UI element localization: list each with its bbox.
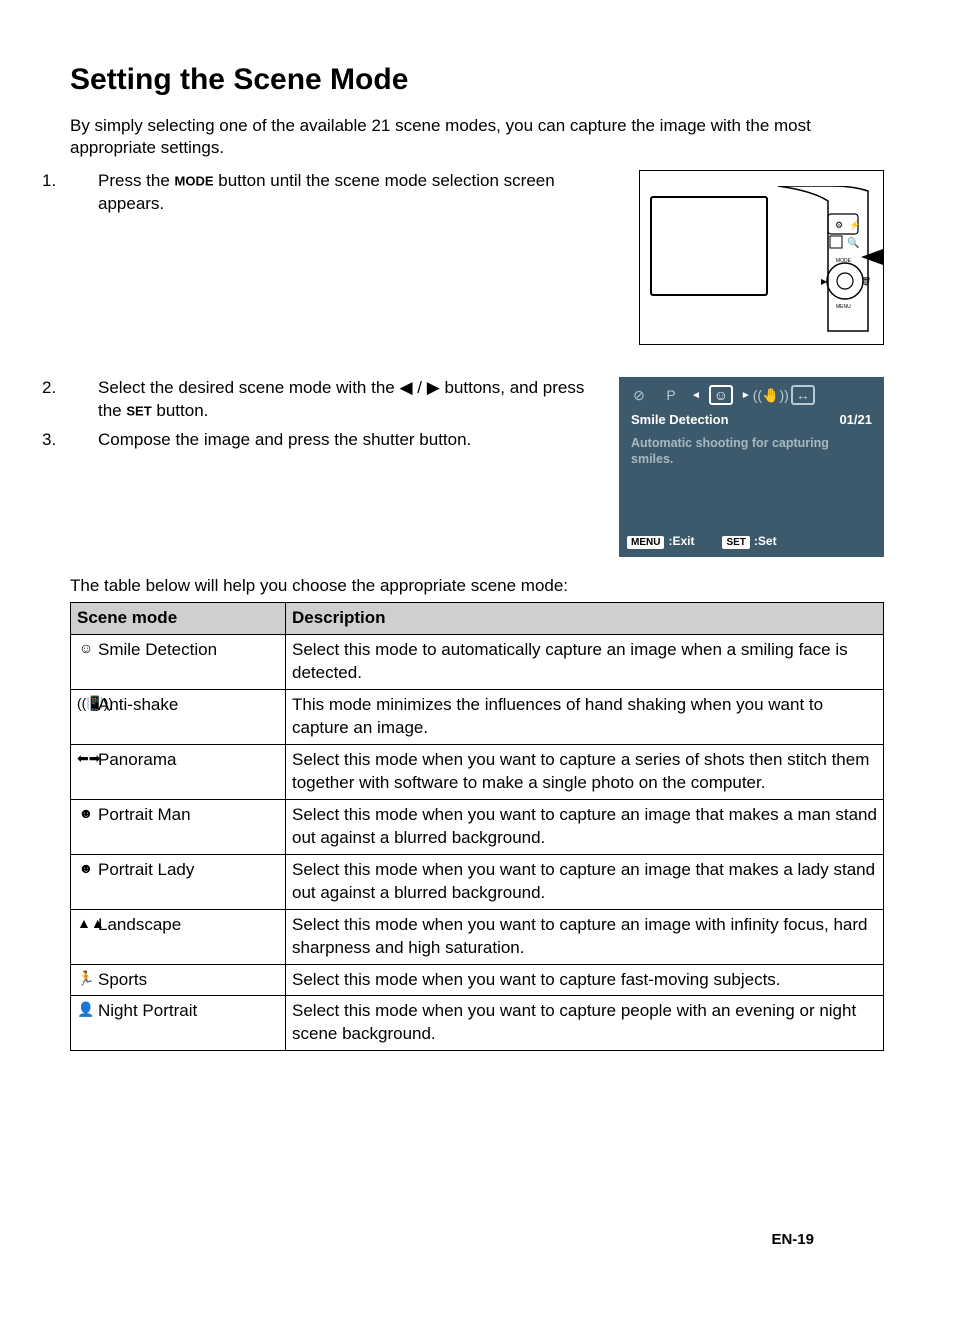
scene-mode-desc: Select this mode when you want to captur…: [286, 909, 884, 964]
scene-mode-name: Landscape: [98, 915, 181, 934]
lcd-set-hint: SET:Set: [722, 533, 776, 550]
scene-mode-cell: 👤Night Portrait: [71, 996, 286, 1051]
svg-text:MODE: MODE: [836, 258, 852, 264]
scene-mode-name: Night Portrait: [98, 1001, 197, 1020]
scene-mode-desc: Select this mode when you want to captur…: [286, 964, 884, 996]
scene-mode-icon: ▲▲: [77, 914, 95, 933]
svg-text:▶: ▶: [821, 277, 828, 286]
lcd-mode-title: Smile Detection: [631, 411, 729, 429]
mode-button-label: MODE: [175, 174, 214, 189]
camera-diagram: ⚙ ⚡ 🔍 MODE MENU ▶ 🗑: [639, 170, 884, 345]
lcd-description: Automatic shooting for capturing smiles.: [627, 435, 876, 468]
set-button-label: SET: [126, 404, 151, 419]
lcd-noflash-icon: ⊘: [627, 385, 651, 405]
scene-mode-icon: ☻: [77, 804, 95, 823]
step-3: 3.Compose the image and press the shutte…: [98, 429, 599, 452]
scene-mode-desc: Select this mode when you want to captur…: [286, 799, 884, 854]
lcd-right-arrow-icon: ►: [741, 389, 751, 403]
scene-mode-table: Scene mode Description ☺Smile DetectionS…: [70, 602, 884, 1051]
lcd-antishake-icon: ((🤚)): [759, 385, 783, 405]
table-row: ☺Smile DetectionSelect this mode to auto…: [71, 635, 884, 690]
svg-text:MENU: MENU: [836, 304, 851, 310]
scene-mode-desc: Select this mode when you want to captur…: [286, 854, 884, 909]
scene-mode-icon: 🏃: [77, 969, 95, 988]
step-1: 1.Press the MODE button until the scene …: [98, 170, 599, 216]
table-row: ((📳))Anti-shakeThis mode minimizes the i…: [71, 690, 884, 745]
scene-mode-desc: Select this mode when you want to captur…: [286, 745, 884, 800]
step-2: 2.Select the desired scene mode with the…: [98, 377, 599, 423]
table-intro: The table below will help you choose the…: [70, 575, 884, 598]
lcd-counter: 01/21: [839, 411, 872, 429]
mode-button-arrow-icon: [861, 249, 883, 265]
scene-mode-name: Portrait Man: [98, 805, 191, 824]
table-row: 🏃SportsSelect this mode when you want to…: [71, 964, 884, 996]
svg-text:⚙: ⚙: [835, 220, 843, 230]
svg-text:⚡: ⚡: [849, 219, 860, 231]
scene-mode-cell: ☻Portrait Man: [71, 799, 286, 854]
table-header-desc: Description: [286, 603, 884, 635]
scene-mode-cell: ▲▲Landscape: [71, 909, 286, 964]
lcd-exit-hint: MENU:Exit: [627, 533, 694, 550]
scene-mode-name: Anti-shake: [98, 695, 178, 714]
scene-mode-name: Panorama: [98, 750, 176, 769]
scene-mode-icon: ☺: [77, 639, 95, 658]
page-number: EN-19: [771, 1230, 814, 1250]
scene-mode-desc: Select this mode to automatically captur…: [286, 635, 884, 690]
scene-mode-cell: ⬅➡Panorama: [71, 745, 286, 800]
scene-mode-icon: ((📳)): [77, 694, 95, 713]
page-title: Setting the Scene Mode: [70, 60, 884, 101]
scene-mode-cell: ☺Smile Detection: [71, 635, 286, 690]
table-row: ☻Portrait ManSelect this mode when you w…: [71, 799, 884, 854]
table-row: ☻Portrait LadySelect this mode when you …: [71, 854, 884, 909]
scene-mode-desc: This mode minimizes the influences of ha…: [286, 690, 884, 745]
lcd-panorama-icon: ↔: [791, 385, 815, 405]
lcd-program-icon: P: [659, 385, 683, 405]
table-header-mode: Scene mode: [71, 603, 286, 635]
scene-mode-icon: ☻: [77, 859, 95, 878]
svg-text:🔍: 🔍: [847, 236, 859, 249]
scene-mode-cell: ☻Portrait Lady: [71, 854, 286, 909]
scene-mode-name: Sports: [98, 970, 147, 989]
scene-mode-name: Smile Detection: [98, 640, 217, 659]
scene-mode-icon: ⬅➡: [77, 749, 95, 768]
scene-mode-name: Portrait Lady: [98, 860, 194, 879]
scene-mode-cell: 🏃Sports: [71, 964, 286, 996]
lcd-left-arrow-icon: ◄: [691, 389, 701, 403]
intro-text: By simply selecting one of the available…: [70, 115, 884, 161]
scene-mode-cell: ((📳))Anti-shake: [71, 690, 286, 745]
lcd-smile-icon: ☺: [709, 385, 733, 405]
svg-text:🗑: 🗑: [861, 277, 871, 286]
scene-mode-icon: 👤: [77, 1000, 95, 1019]
table-row: ▲▲LandscapeSelect this mode when you wan…: [71, 909, 884, 964]
table-row: 👤Night PortraitSelect this mode when you…: [71, 996, 884, 1051]
lcd-screen: ⊘ P ◄ ☺ ► ((🤚)) ↔ Smile Detection 01/21 …: [619, 377, 884, 557]
table-row: ⬅➡PanoramaSelect this mode when you want…: [71, 745, 884, 800]
scene-mode-desc: Select this mode when you want to captur…: [286, 996, 884, 1051]
